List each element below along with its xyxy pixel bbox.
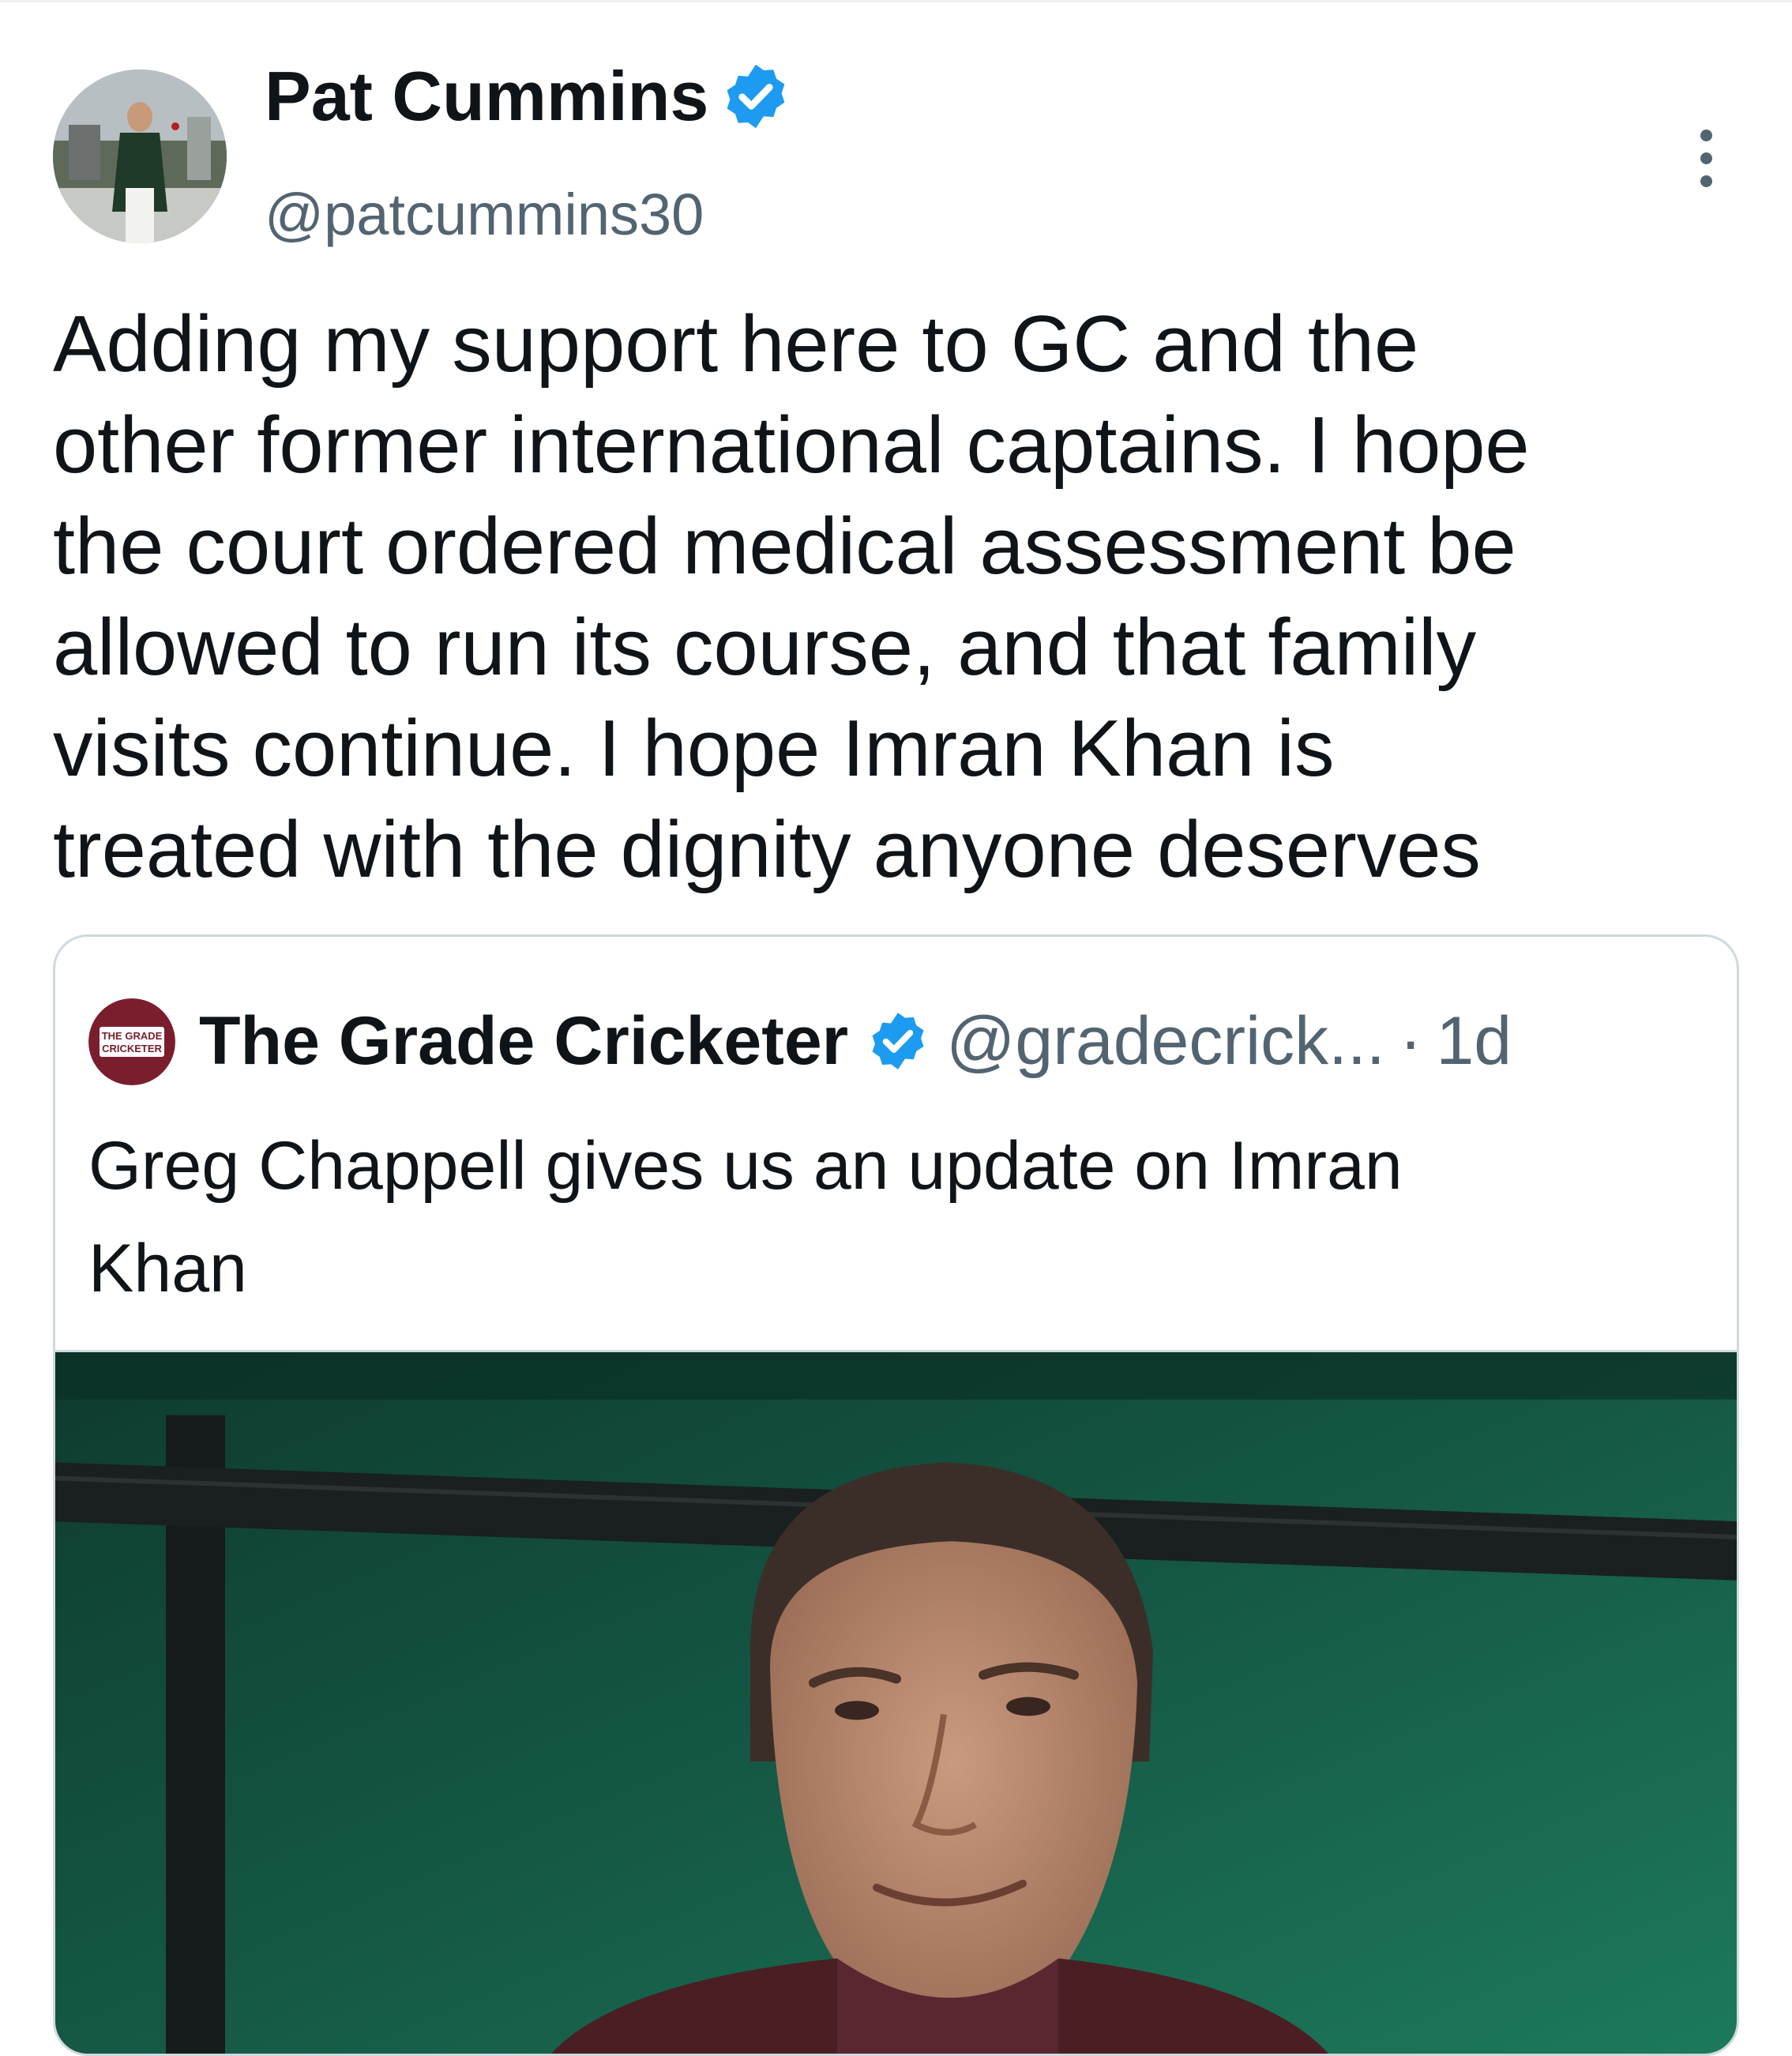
tweet-text: Adding my support here to GC and the oth… (53, 294, 1751, 900)
more-options-icon[interactable] (1682, 118, 1730, 197)
tweet-text-line: visits continue. I hope Imran Khan is (53, 705, 1335, 793)
quoted-timestamp[interactable]: 1d (1436, 1002, 1512, 1081)
quoted-avatar[interactable]: THE GRADE CRICKETER (88, 998, 175, 1085)
quoted-avatar-text-2: CRICKETER (102, 1043, 162, 1054)
quoted-text-line: Khan (88, 1231, 247, 1306)
quoted-header: The Grade Cricketer @gradecrick... · 1d (199, 994, 1512, 1088)
author-name-row[interactable]: Pat Cummins (265, 57, 792, 136)
quoted-media-image[interactable] (55, 1350, 1737, 2054)
tweet-text-line: the court ordered medical assessment be (53, 502, 1516, 591)
more-dot (1700, 152, 1712, 164)
verified-badge-icon (719, 60, 792, 133)
quoted-avatar-text-1: THE GRADE (102, 1030, 163, 1042)
quoted-text-line: Greg Chappell gives us an update on Imra… (88, 1128, 1403, 1204)
quoted-name[interactable]: The Grade Cricketer (199, 1002, 848, 1081)
tweet: Pat Cummins @patcummins30 Adding my supp… (0, 0, 1792, 2056)
quoted-tweet-card[interactable]: THE GRADE CRICKETER The Grade Cricketer … (53, 934, 1739, 2056)
tweet-text-line: treated with the dignity anyone deserves (53, 806, 1481, 894)
quoted-separator: · (1399, 1002, 1422, 1079)
author-name[interactable]: Pat Cummins (265, 57, 708, 136)
tweet-text-line: Adding my support here to GC and the (53, 300, 1419, 389)
quoted-text: Greg Chappell gives us an update on Imra… (88, 1114, 1684, 1320)
author-avatar[interactable] (53, 70, 227, 243)
author-handle[interactable]: @patcummins30 (265, 175, 704, 254)
more-dot (1700, 175, 1712, 187)
quoted-handle[interactable]: @gradecrick... (946, 1002, 1385, 1081)
tweet-text-line: allowed to run its course, and that fami… (53, 603, 1477, 692)
quoted-media-photo (55, 1352, 1737, 2054)
quoted-avatar-logo: THE GRADE CRICKETER (88, 998, 175, 1085)
author-avatar-image (53, 70, 227, 243)
verified-badge-icon (866, 1009, 930, 1073)
tweet-text-line: other former international captains. I h… (53, 401, 1530, 490)
more-dot (1700, 129, 1712, 141)
